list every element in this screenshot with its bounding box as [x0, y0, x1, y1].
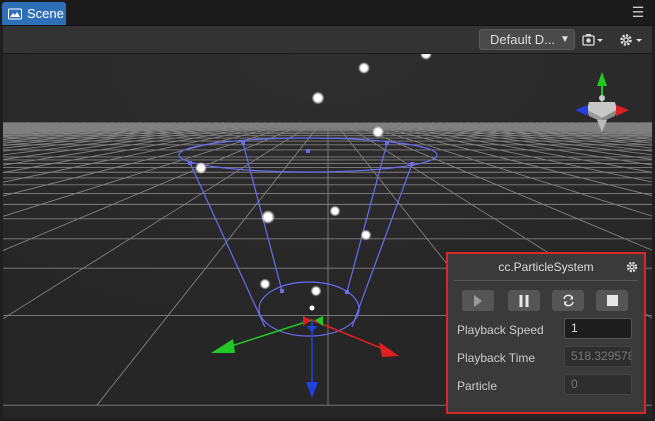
camera-select-value: Default D... — [490, 32, 556, 47]
tab-scene[interactable]: Scene — [2, 2, 66, 25]
particle-system-panel: cc.ParticleSystem Playback Speed 1 Playb… — [446, 252, 646, 414]
panel-title: cc.ParticleSystem — [498, 260, 594, 274]
scene-toolbar: Default D... ▼ — [3, 26, 652, 54]
particle-count-label: Particle — [457, 379, 498, 393]
camera-select[interactable]: Default D... ▼ — [479, 29, 575, 50]
tab-bar: Scene ☰ — [0, 0, 655, 26]
tab-label: Scene — [27, 6, 64, 21]
pause-button[interactable] — [508, 290, 540, 311]
refresh-icon — [562, 294, 574, 307]
particle-count-field: 0 — [564, 374, 632, 395]
playback-speed-label: Playback Speed — [457, 323, 544, 337]
play-button[interactable] — [462, 290, 494, 311]
play-icon — [474, 294, 482, 307]
restart-button[interactable] — [552, 290, 584, 311]
stop-icon — [606, 295, 618, 306]
gear-icon[interactable] — [626, 261, 638, 273]
pause-icon — [519, 294, 529, 307]
playback-time-field: 518.329578 — [564, 346, 632, 367]
settings-button[interactable] — [619, 31, 645, 49]
camera-button[interactable] — [582, 31, 604, 49]
hamburger-menu-icon[interactable]: ☰ — [631, 5, 645, 19]
camera-icon — [582, 34, 603, 46]
panel-divider — [454, 280, 638, 281]
stop-button[interactable] — [596, 290, 628, 311]
playback-speed-input[interactable]: 1 — [564, 318, 632, 339]
scene-icon — [8, 8, 22, 19]
chevron-down-icon: ▼ — [560, 34, 570, 45]
playback-time-label: Playback Time — [457, 351, 536, 365]
gear-icon — [620, 34, 642, 46]
